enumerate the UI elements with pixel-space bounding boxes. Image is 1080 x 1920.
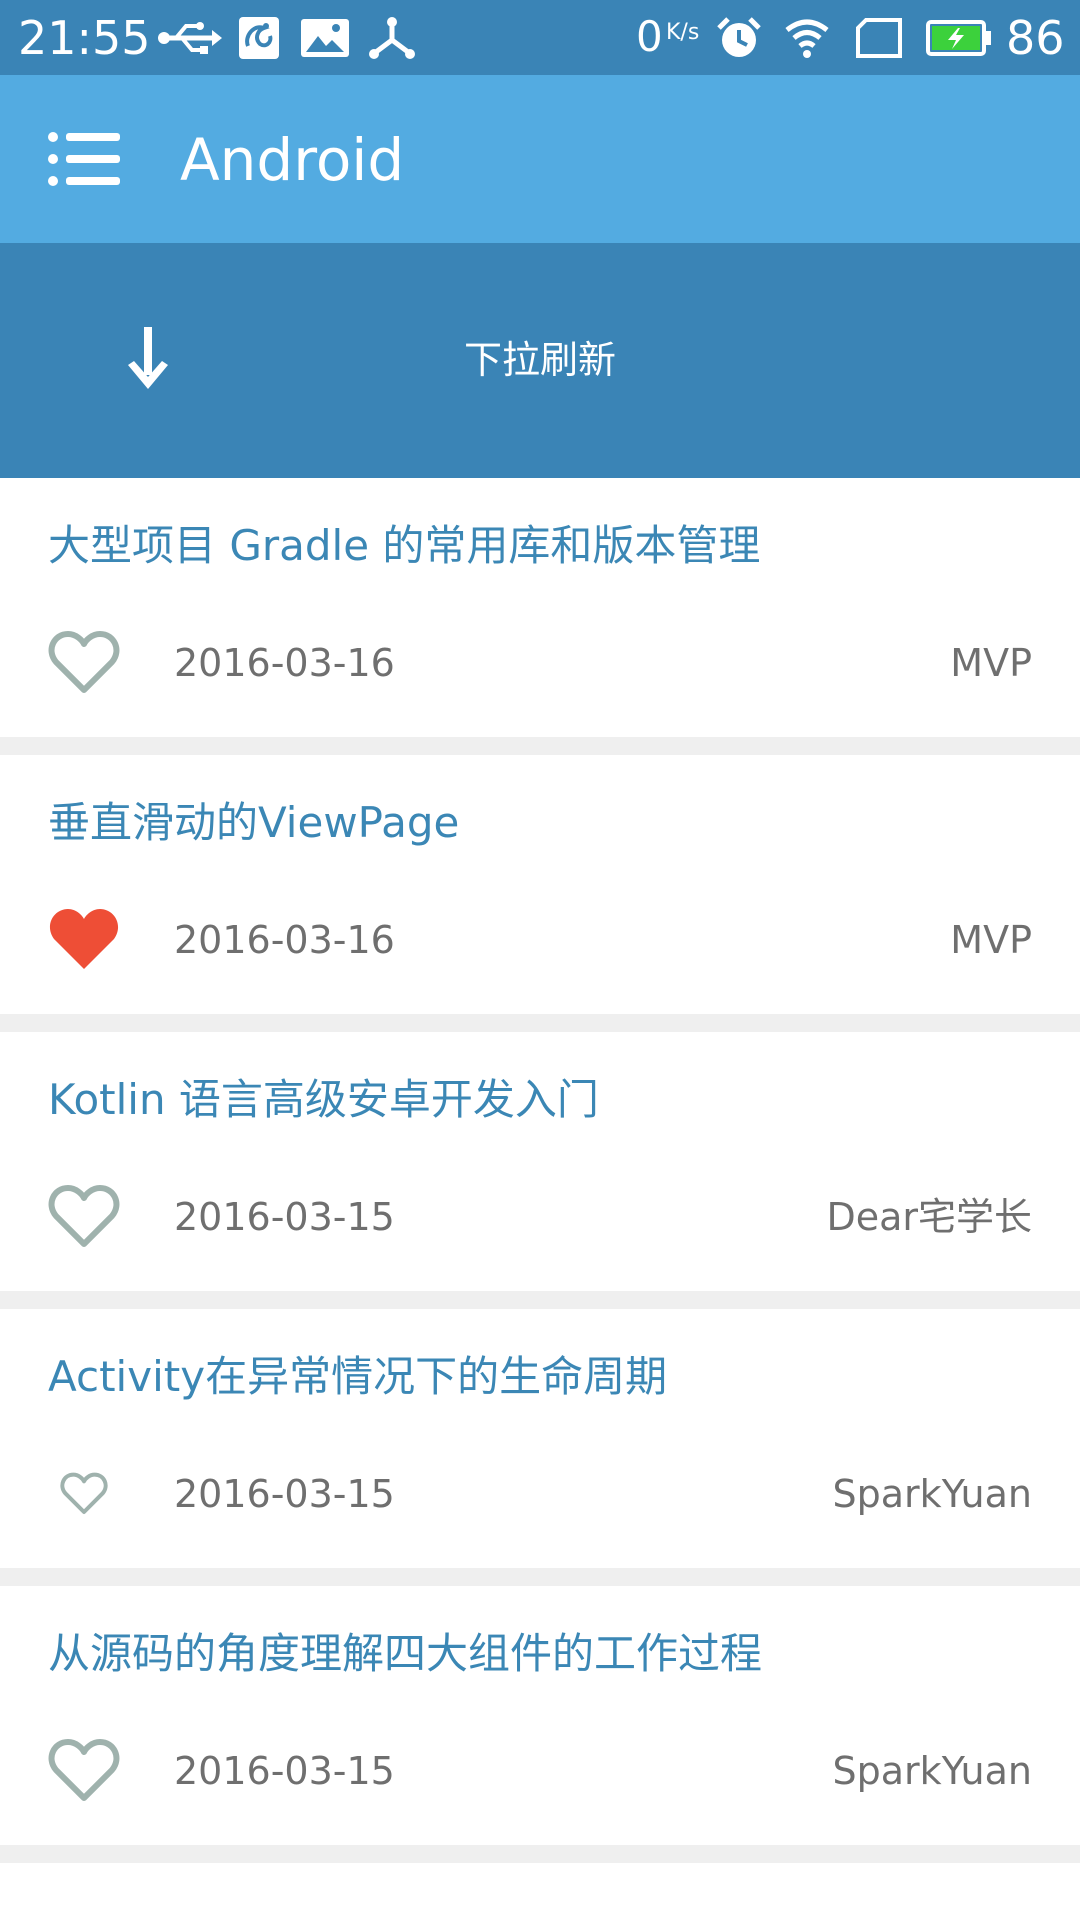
heart-outline-icon[interactable] [48,1184,120,1250]
refresh-label: 下拉刷新 [463,338,616,382]
app-bar: Android [0,75,1080,243]
article-date: 2016-03-15 [174,1195,395,1239]
battery-charging-icon [926,20,991,56]
article-date: 2016-03-15 [174,1749,395,1793]
uc-browser-icon [239,17,279,59]
usb-icon [158,22,222,54]
share-icon [369,17,415,59]
list-item[interactable]: Kotlin 语言高级安卓开发入门 2016-03-15 Dear宅学长 [0,1032,1080,1291]
gallery-icon [301,19,349,57]
article-author: SparkYuan [832,1472,1032,1516]
article-date: 2016-03-16 [174,641,395,685]
list-item[interactable]: Activity在异常情况下的生命周期 2016-03-15 SparkYuan [0,1309,1080,1568]
heart-filled-icon[interactable] [48,907,120,973]
article-author: SparkYuan [832,1749,1032,1793]
heart-outline-icon[interactable] [48,630,120,696]
page-title: Android [180,126,405,194]
article-author: Dear宅学长 [826,1195,1032,1239]
no-sim-icon [856,18,902,58]
article-author: MVP [950,641,1032,685]
article-title[interactable]: Kotlin 语言高级安卓开发入门 [48,1074,599,1126]
status-bar: 21:55 0 K/s 86 [0,0,1080,75]
article-date: 2016-03-15 [174,1472,395,1516]
status-time: 21:55 [18,11,151,65]
list-item[interactable]: 从源码的角度理解四大组件的工作过程 2016-03-15 SparkYuan [0,1586,1080,1845]
article-title[interactable]: 从源码的角度理解四大组件的工作过程 [48,1628,762,1680]
network-speed: 0 [636,12,663,61]
article-title[interactable]: 垂直滑动的ViewPage [48,797,459,849]
wifi-icon [785,19,829,58]
list-item[interactable]: 大型项目 Gradle 的常用库和版本管理 2016-03-16 MVP [0,478,1080,737]
network-speed-unit: K/s [666,20,700,45]
battery-percent: 86 [1006,11,1065,65]
article-author: MVP [950,918,1032,962]
list-item[interactable]: 垂直滑动的ViewPage 2016-03-16 MVP [0,755,1080,1014]
article-title[interactable]: 大型项目 Gradle 的常用库和版本管理 [48,520,760,572]
list-item[interactable] [0,1863,1080,1920]
article-title[interactable]: Activity在异常情况下的生命周期 [48,1351,667,1403]
article-date: 2016-03-16 [174,918,395,962]
pull-to-refresh-header[interactable]: 下拉刷新 [0,243,1080,478]
heart-outline-icon[interactable] [48,1738,120,1804]
alarm-icon [717,17,761,57]
menu-icon[interactable] [48,131,120,187]
heart-outline-icon[interactable] [60,1471,108,1517]
